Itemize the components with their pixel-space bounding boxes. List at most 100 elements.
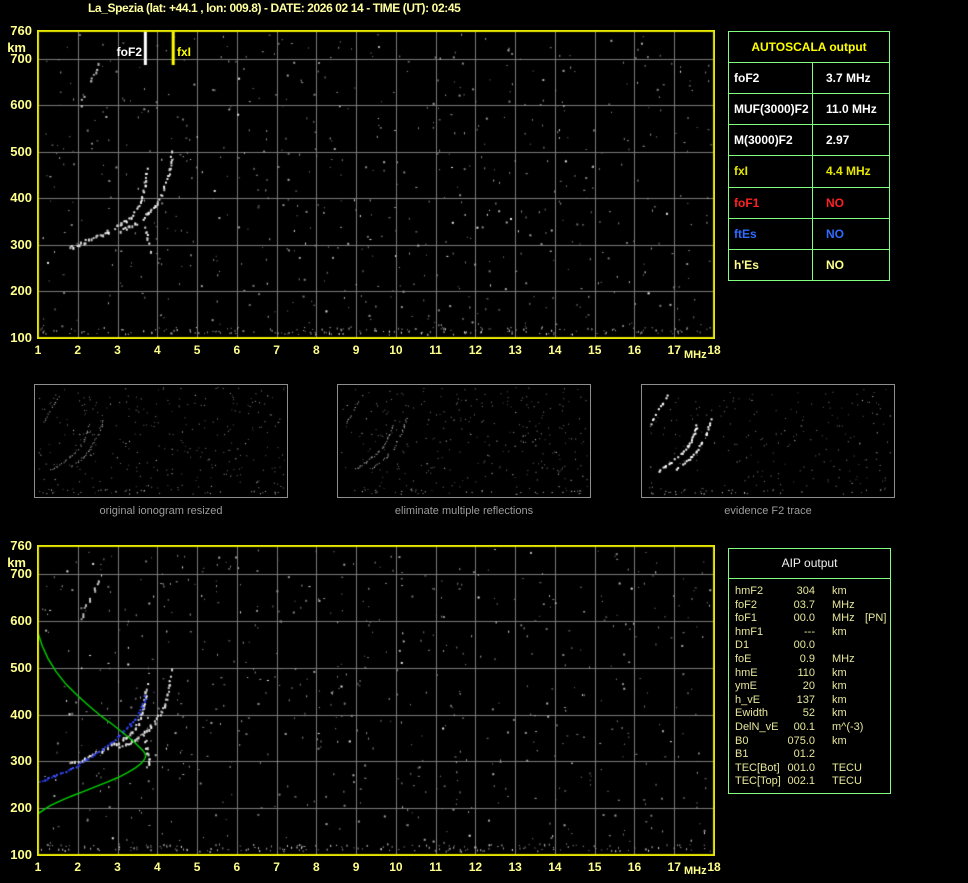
x-tick-label: 13 — [508, 860, 522, 874]
x-axis-unit-bottom: MHz — [684, 865, 707, 877]
x-tick-label: 7 — [273, 860, 280, 874]
y-tick-label: 200 — [10, 800, 32, 816]
x-tick-label: 15 — [588, 860, 602, 874]
autoscala-row: foF2 3.7 MHz — [729, 63, 889, 95]
aip-row-value: 00.0 — [793, 612, 815, 625]
x-tick-label: 17 — [667, 860, 681, 874]
x-tick-label: 4 — [153, 343, 161, 357]
aip-row-value: 01.2 — [793, 748, 815, 761]
autoscala-row-value: 3.7 MHz — [826, 71, 871, 86]
autoscala-row-label: ftEs — [729, 218, 813, 249]
aip-row: TEC[Bot] 001.0 TECU — [729, 762, 890, 776]
aip-row-label: hmE — [735, 666, 758, 679]
aip-row-unit: km — [832, 680, 847, 693]
foF2-marker-label: foF2 — [116, 45, 142, 59]
y-tick-label: 760 — [10, 23, 32, 38]
x-tick-label: 5 — [193, 860, 201, 874]
aip-row-unit: km — [832, 707, 847, 720]
autoscala-output-table: AUTOSCALA output foF2 3.7 MHz MUF(3000)F2 1… — [728, 31, 890, 281]
y-tick-label: 500 — [10, 143, 32, 159]
aip-row-value: 001.0 — [787, 761, 815, 774]
aip-row-unit: TECU — [832, 775, 862, 788]
aip-row-unit: km — [832, 625, 847, 638]
ionogram-plot-top — [37, 30, 715, 339]
aip-row-unit: km — [832, 693, 847, 706]
y-tick-label: 200 — [10, 283, 32, 299]
fxI-marker-label: fxI — [177, 45, 192, 59]
x-tick-label: 10 — [389, 343, 403, 357]
autoscala-row-label: h'Es — [729, 249, 813, 280]
ionogram-plot-bottom — [37, 545, 715, 856]
aip-row: Ewidth 52 km — [729, 707, 890, 721]
x-tick-label: 4 — [153, 860, 161, 874]
x-tick-label: 2 — [74, 343, 82, 357]
aip-table-header: AIP output — [729, 549, 890, 579]
aip-row-unit: km — [832, 734, 847, 747]
aip-table-rows: hmF2 304 km foF2 03.7 MHz foF1 00.0 MHz [PN] hmF1 -… — [729, 579, 890, 789]
autoscala-row-label: fxI — [729, 156, 813, 187]
aip-row-unit: km — [832, 666, 847, 679]
x-tick-label: 8 — [313, 343, 320, 357]
x-tick-label: 9 — [352, 343, 360, 357]
autoscala-row: M(3000)F2 2.97 — [729, 125, 889, 157]
autoscala-row-value: 11.0 MHz — [826, 102, 877, 117]
aip-row: TEC[Top] 002.1 TECU — [729, 775, 890, 789]
aip-row: hmF2 304 km — [729, 585, 890, 599]
aip-row-label: Ewidth — [735, 707, 769, 720]
aip-row-label: D1 — [735, 639, 750, 652]
autoscala-row-label: foF1 — [729, 187, 813, 218]
autoscala-row: MUF(3000)F2 11.0 MHz — [729, 94, 889, 126]
aip-row-note: [PN] — [865, 612, 887, 625]
x-axis-unit-top: MHz — [684, 349, 707, 361]
y-tick-label: 400 — [10, 706, 32, 722]
aip-row-value: 137 — [796, 693, 815, 706]
autoscala-table-rows: foF2 3.7 MHz MUF(3000)F2 11.0 MHz M(3000)F2 2… — [729, 63, 889, 280]
aip-row: DelN_vE 00.1 m^(-3) — [729, 721, 890, 735]
aip-row-value: 00.0 — [793, 639, 815, 652]
y-tick-label: 600 — [10, 97, 32, 113]
thumbnail-original-ionogram — [34, 384, 288, 498]
autoscala-table-header: AUTOSCALA output — [729, 32, 889, 63]
aip-row-unit: MHz — [832, 612, 855, 625]
x-tick-label: 11 — [429, 343, 442, 357]
autoscala-row: ftEs NO — [729, 218, 889, 250]
x-tick-label: 11 — [429, 860, 442, 874]
autoscala-row-value: NO — [826, 195, 844, 210]
aip-row-value: 00.1 — [793, 720, 815, 733]
autoscala-row: fxI 4.4 MHz — [729, 156, 889, 188]
x-tick-label: 2 — [74, 860, 82, 874]
aip-row-value: 52 — [802, 707, 815, 720]
x-tick-label: 12 — [468, 860, 483, 874]
x-tick-label: 3 — [114, 343, 121, 357]
aip-row-label: B1 — [735, 748, 749, 761]
autoscala-row-label: M(3000)F2 — [729, 125, 813, 156]
aip-row-value: --- — [804, 625, 815, 638]
aip-row-value: 002.1 — [787, 775, 815, 788]
aip-row-value: 075.0 — [787, 734, 815, 747]
thumbnail-evidence-f2-trace — [641, 384, 895, 498]
x-tick-label: 9 — [352, 860, 360, 874]
aip-row: foF1 00.0 MHz [PN] — [729, 612, 890, 626]
aip-row-value: 304 — [796, 585, 815, 597]
thumbnail-caption-original: original ionogram resized — [99, 505, 223, 517]
aip-row: foF2 03.7 MHz — [729, 599, 890, 613]
aip-row: hmE 110 km — [729, 667, 890, 681]
autoscala-row-value: 2.97 — [826, 133, 850, 148]
y-tick-label: 600 — [10, 612, 32, 628]
x-tick-label: 6 — [233, 343, 241, 357]
page-title: La_Spezia (lat: +44.1 , lon: 009.8) - DA… — [88, 1, 461, 15]
aip-row-unit: MHz — [832, 652, 855, 665]
x-tick-label: 3 — [114, 860, 121, 874]
aip-row-value: 110 — [797, 666, 815, 679]
x-tick-label: 13 — [508, 343, 522, 357]
aip-row-label: foE — [735, 652, 752, 665]
aip-row: B0 075.0 km — [729, 735, 890, 749]
autoscala-row: h'Es NO — [729, 249, 889, 280]
thumbnail-caption-eliminate: eliminate multiple reflections — [394, 505, 534, 517]
x-tick-label: 17 — [667, 343, 681, 357]
y-tick-label: 100 — [10, 330, 32, 345]
aip-row: foE 0.9 MHz — [729, 653, 890, 667]
aip-row-label: foF2 — [735, 598, 758, 611]
x-tick-label: 12 — [468, 343, 483, 357]
aip-row-label: hmF2 — [735, 585, 764, 597]
